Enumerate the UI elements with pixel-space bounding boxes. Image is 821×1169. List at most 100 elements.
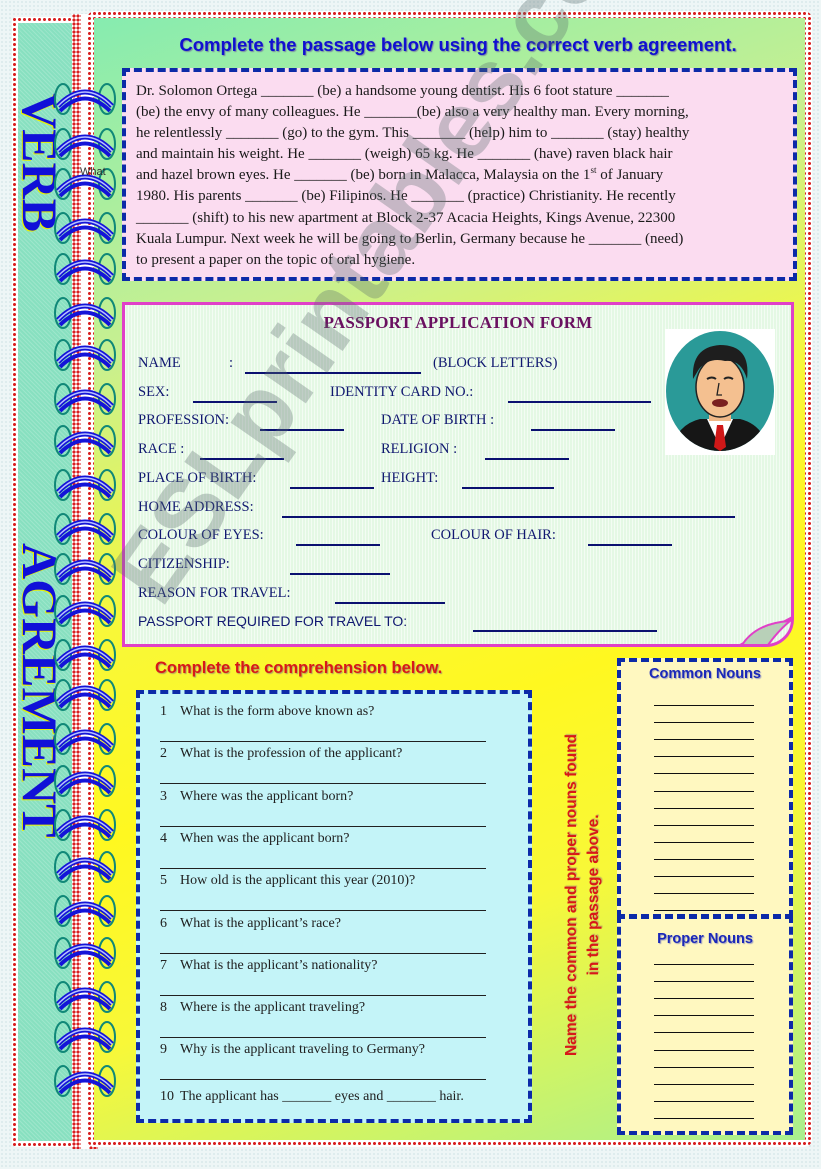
place-of-birth-label: PLACE OF BIRTH: (138, 470, 257, 486)
applicant-photo (665, 329, 775, 455)
spiral-ring-icon (52, 380, 118, 418)
spiral-ring-icon (52, 676, 118, 714)
identity-card-field[interactable] (508, 401, 651, 403)
question-2: 2 What is the profession of the applicant… (160, 746, 403, 762)
noun-answer-line[interactable] (654, 1032, 754, 1034)
noun-answer-line[interactable] (654, 1117, 754, 1119)
profession-field[interactable] (260, 429, 344, 431)
religion-label: RELIGION : (381, 441, 458, 457)
passage-line: (be) the envy of many colleagues. He ___… (136, 104, 689, 121)
noun-answer-line[interactable] (654, 773, 754, 775)
answer-line[interactable] (160, 825, 486, 827)
spiral-ring-icon (52, 848, 118, 886)
noun-answer-line[interactable] (654, 981, 754, 983)
passage-line: to present a paper on the topic of oral … (136, 251, 416, 268)
citizenship-field[interactable] (290, 573, 390, 575)
noun-answer-line[interactable] (654, 1015, 754, 1017)
spiral-ring-icon (52, 125, 118, 163)
applicant-portrait-icon (666, 331, 774, 451)
noun-answer-line[interactable] (654, 1049, 754, 1051)
noun-answer-line[interactable] (654, 790, 754, 792)
answer-line[interactable] (160, 1079, 486, 1081)
noun-answer-line[interactable] (654, 1066, 754, 1068)
noun-answer-line[interactable] (654, 910, 754, 912)
race-label: RACE : (138, 441, 185, 457)
question-5: 5 How old is the applicant this year (201… (160, 873, 416, 889)
reason-for-travel-field[interactable] (335, 602, 445, 604)
passage-box: Dr. Solomon Ortega _______ (be) a handso… (122, 68, 797, 281)
date-of-birth-label: DATE OF BIRTH : (381, 412, 495, 428)
noun-answer-line[interactable] (654, 893, 754, 895)
common-nouns-box: Common Nouns (617, 658, 793, 918)
date-of-birth-field[interactable] (531, 429, 615, 431)
noun-answer-line[interactable] (654, 705, 754, 706)
spiral-ring-icon (52, 422, 118, 460)
question-9: 9 Why is the applicant traveling to Germa… (160, 1042, 425, 1058)
noun-answer-line[interactable] (654, 964, 754, 965)
passage-line: Dr. Solomon Ortega _______ (be) a handso… (136, 83, 669, 99)
spiral-ring-icon (52, 294, 118, 332)
answer-line[interactable] (160, 910, 486, 912)
noun-answer-line[interactable] (654, 841, 754, 843)
page-curl-icon (734, 615, 794, 647)
name-field[interactable] (245, 372, 421, 374)
answer-line[interactable] (160, 1037, 486, 1039)
spiral-ring-icon (52, 466, 118, 504)
colour-of-eyes-label: COLOUR OF EYES: (138, 527, 264, 543)
spiral-ring-icon (52, 978, 118, 1016)
travel-to-label: PASSPORT REQUIRED FOR TRAVEL TO: (138, 613, 408, 629)
proper-nouns-box: Proper Nouns (617, 915, 793, 1135)
name-label: NAME (138, 355, 181, 371)
spiral-ring-icon (52, 209, 118, 247)
spiral-ring-icon (52, 1018, 118, 1056)
block-letters-note: (BLOCK LETTERS) (433, 355, 558, 371)
answer-line[interactable] (160, 741, 486, 742)
home-address-field[interactable] (282, 516, 735, 518)
passage-line: and hazel brown eyes. He _______ (be) bo… (136, 165, 664, 184)
reason-for-travel-label: REASON FOR TRAVEL: (138, 585, 291, 601)
religion-field[interactable] (485, 458, 569, 460)
spiral-ring-icon (52, 806, 118, 844)
passage-line: Kuala Lumpur. Next week he will be going… (136, 230, 684, 247)
passage-instruction: Complete the passage below using the cor… (179, 34, 737, 55)
noun-answer-line[interactable] (654, 739, 754, 741)
spiral-ring-icon (52, 550, 118, 588)
height-field[interactable] (462, 487, 554, 489)
question-6: 6 What is the applicant’s race? (160, 915, 341, 931)
noun-answer-line[interactable] (654, 998, 754, 1000)
noun-answer-line[interactable] (654, 807, 754, 809)
travel-to-field[interactable] (473, 630, 657, 632)
spiral-ring-icon (52, 336, 118, 374)
identity-card-label: IDENTITY CARD NO.: (330, 384, 474, 400)
spiral-ring-icon (52, 1062, 118, 1100)
question-7: 7 What is the applicant’s nationality? (160, 957, 378, 973)
question-10: 10 The applicant has _______ eyes and ___… (160, 1088, 464, 1104)
noun-answer-line[interactable] (654, 876, 754, 877)
stray-label: What (80, 166, 106, 178)
spiral-ring-icon (52, 636, 118, 674)
noun-answer-line[interactable] (654, 1083, 754, 1085)
question-1: 1 What is the form above known as? (160, 704, 375, 719)
spiral-ring-icon (52, 934, 118, 972)
race-field[interactable] (200, 458, 284, 460)
colour-of-hair-field[interactable] (588, 544, 672, 546)
home-address-label: HOME ADDRESS: (138, 499, 254, 515)
spiral-ring-icon (52, 510, 118, 548)
sex-field[interactable] (193, 401, 277, 403)
noun-answer-line[interactable] (654, 824, 754, 826)
noun-answer-line[interactable] (654, 858, 754, 860)
noun-answer-line[interactable] (654, 1100, 754, 1102)
colour-of-hair-label: COLOUR OF HAIR: (431, 527, 556, 543)
passage-line: _______ (shift) to his new apartment at … (136, 209, 676, 226)
passage-line: he relentlessly _______ (go) to the gym.… (136, 125, 690, 142)
spiral-ring-icon (52, 80, 118, 118)
place-of-birth-field[interactable] (290, 487, 374, 489)
colour-of-eyes-field[interactable] (296, 544, 380, 546)
answer-line[interactable] (160, 952, 486, 954)
spiral-ring-icon (52, 762, 118, 800)
answer-line[interactable] (160, 867, 486, 869)
noun-answer-line[interactable] (654, 756, 754, 758)
noun-answer-line[interactable] (654, 722, 754, 724)
answer-line[interactable] (160, 783, 486, 785)
answer-line[interactable] (160, 994, 486, 996)
